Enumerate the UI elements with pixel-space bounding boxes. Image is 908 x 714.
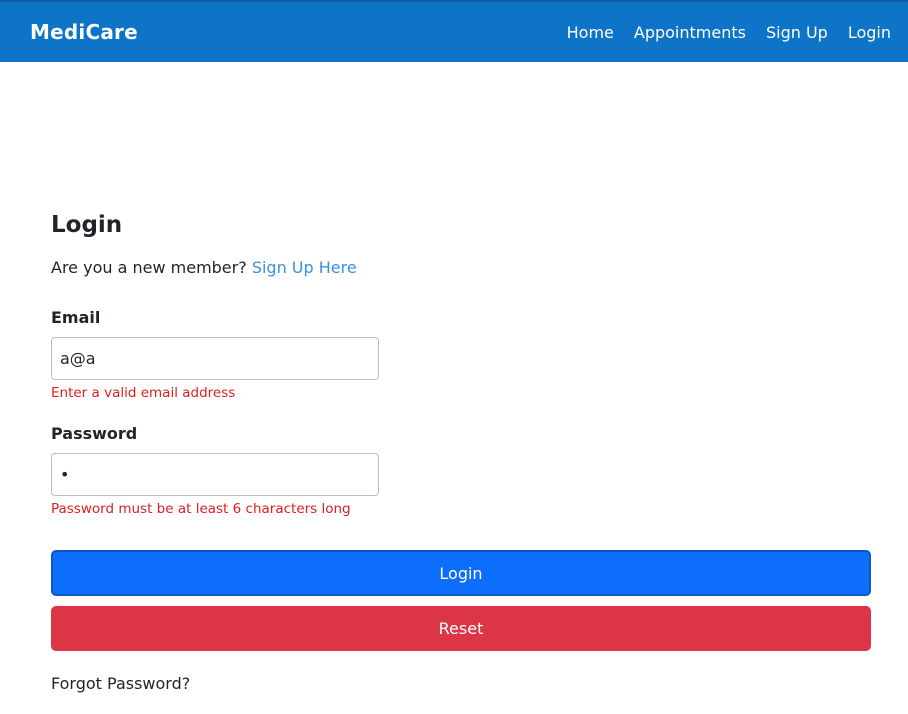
nav-link-login[interactable]: Login xyxy=(848,23,891,42)
password-input[interactable] xyxy=(51,453,379,496)
new-member-text: Are you a new member? xyxy=(51,258,247,277)
new-member-prompt: Are you a new member? Sign Up Here xyxy=(51,257,871,279)
nav-link-appointments[interactable]: Appointments xyxy=(634,23,746,42)
nav-link-home[interactable]: Home xyxy=(567,23,614,42)
page-title: Login xyxy=(51,212,123,238)
email-input[interactable] xyxy=(51,337,379,380)
password-error-message: Password must be at least 6 characters l… xyxy=(51,501,351,517)
sign-up-here-link[interactable]: Sign Up Here xyxy=(252,258,357,277)
login-button[interactable]: Login xyxy=(51,550,871,596)
nav-links: Home Appointments Sign Up Login xyxy=(547,23,891,42)
email-label: Email xyxy=(51,308,101,327)
login-form: Login Are you a new member? Sign Up Here… xyxy=(51,205,871,695)
password-label: Password xyxy=(51,424,138,443)
top-navbar: MediCare Home Appointments Sign Up Login xyxy=(0,0,908,62)
forgot-password-link[interactable]: Forgot Password? xyxy=(51,673,190,695)
reset-button[interactable]: Reset xyxy=(51,606,871,651)
email-error-message: Enter a valid email address xyxy=(51,385,236,401)
brand-logo[interactable]: MediCare xyxy=(30,20,138,44)
nav-link-sign-up[interactable]: Sign Up xyxy=(766,23,828,42)
